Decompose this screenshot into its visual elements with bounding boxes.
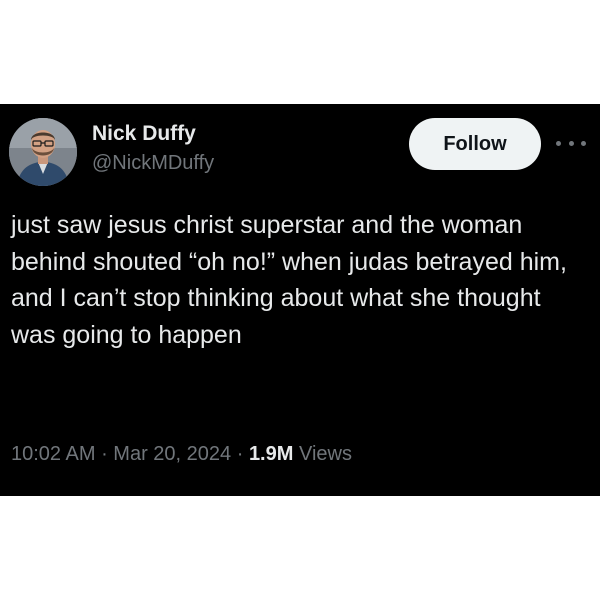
author-display-name[interactable]: Nick Duffy — [92, 122, 196, 146]
tweet-meta: 10:02 AM · Mar 20, 2024 · 1.9M Views — [11, 443, 352, 466]
more-dot — [556, 140, 561, 146]
views-count: 1.9M — [248, 443, 294, 465]
more-horizontal-icon[interactable] — [556, 138, 586, 148]
user-avatar-photo-icon — [9, 118, 77, 186]
tweet-date[interactable]: Mar 20, 2024 — [113, 443, 231, 465]
more-dot — [568, 140, 574, 146]
more-dot — [581, 140, 586, 146]
tweet-time[interactable]: 10:02 AM — [11, 443, 96, 465]
tweet-card: Nick Duffy @NickMDuffy Follow just saw j… — [0, 104, 600, 496]
meta-separator: · — [95, 443, 114, 465]
meta-separator: · — [231, 443, 249, 465]
views-label: Views — [298, 443, 352, 465]
author-avatar[interactable] — [9, 118, 77, 186]
follow-button[interactable]: Follow — [409, 118, 541, 170]
author-handle[interactable]: @NickMDuffy — [92, 152, 214, 175]
tweet-text: just saw jesus christ superstar and the … — [11, 211, 567, 349]
